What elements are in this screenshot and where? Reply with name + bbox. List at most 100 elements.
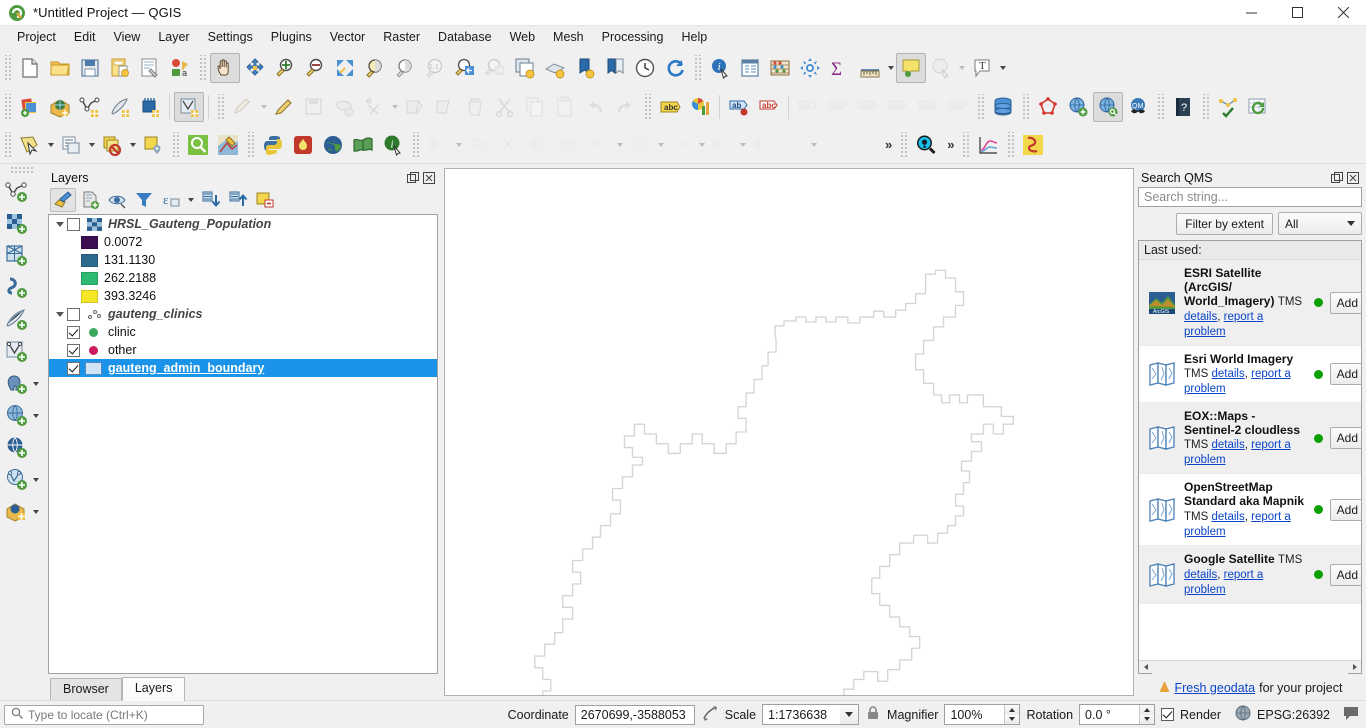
convex-caret[interactable] bbox=[696, 130, 707, 160]
render-checkbox[interactable] bbox=[1161, 708, 1175, 721]
new-print-layout2-icon[interactable] bbox=[570, 53, 600, 83]
zoom-last-icon[interactable] bbox=[450, 53, 480, 83]
wfs-caret[interactable] bbox=[30, 465, 41, 495]
layer-diagram-options-icon[interactable] bbox=[685, 92, 715, 122]
open-data-source-manager-icon[interactable] bbox=[15, 92, 45, 122]
change-label-icon[interactable]: abc bbox=[883, 92, 913, 122]
postgis-caret[interactable] bbox=[30, 369, 41, 399]
scrollbar-track[interactable] bbox=[1152, 660, 1348, 674]
select-by-expression-icon[interactable] bbox=[56, 130, 86, 160]
identify-plugin-icon[interactable]: i bbox=[378, 130, 408, 160]
deselect-features-icon[interactable] bbox=[97, 130, 127, 160]
redo-icon[interactable] bbox=[610, 92, 640, 122]
current-edits-caret[interactable] bbox=[258, 92, 269, 122]
filter-legend-by-map-content-icon[interactable] bbox=[131, 188, 157, 212]
qms-details-link[interactable]: details bbox=[1211, 368, 1244, 380]
qms-add-button[interactable]: Add bbox=[1329, 363, 1361, 385]
toolbar-grip[interactable] bbox=[216, 93, 225, 120]
expand-all-icon[interactable] bbox=[198, 188, 224, 212]
category-visibility-checkbox[interactable] bbox=[67, 325, 80, 339]
scale-field[interactable]: 1:1736638 bbox=[762, 704, 841, 725]
modify-attributes-icon[interactable] bbox=[400, 92, 430, 122]
add-postgis-layer-icon[interactable] bbox=[4, 370, 30, 398]
vtoolbar-grip[interactable] bbox=[10, 166, 34, 174]
messages-icon[interactable] bbox=[1342, 705, 1360, 724]
copy-features-icon[interactable] bbox=[520, 92, 550, 122]
check-geometry-icon[interactable] bbox=[1213, 92, 1243, 122]
statistical-summary-icon[interactable]: Σ bbox=[825, 53, 855, 83]
qms-results-list[interactable]: Last used: ArcGIS ESRI Satellite (ArcGIS… bbox=[1138, 240, 1362, 674]
zoom-to-layer-icon[interactable] bbox=[390, 53, 420, 83]
qms-details-link[interactable]: details bbox=[1211, 511, 1244, 523]
node-caret[interactable] bbox=[808, 130, 819, 160]
zoom-native-resolution-icon[interactable]: 1:1 bbox=[420, 53, 450, 83]
filter-expression-caret[interactable] bbox=[185, 188, 197, 212]
annotation-dropdown-caret[interactable] bbox=[997, 53, 1008, 83]
save-project-icon[interactable] bbox=[75, 53, 105, 83]
union-caret[interactable] bbox=[737, 130, 748, 160]
close-button[interactable] bbox=[1320, 0, 1366, 26]
scale-dropdown-arrow[interactable] bbox=[840, 704, 860, 725]
qms-details-link[interactable]: details bbox=[1184, 569, 1217, 581]
menu-database[interactable]: Database bbox=[429, 28, 501, 46]
processing-toolbox-icon[interactable] bbox=[795, 53, 825, 83]
zoom-next-icon[interactable] bbox=[480, 53, 510, 83]
deselect-caret[interactable] bbox=[127, 130, 138, 160]
bookmarks-dropdown-caret[interactable] bbox=[956, 53, 967, 83]
add-polygon-feature-icon[interactable] bbox=[329, 92, 359, 122]
scroll-right-icon[interactable] bbox=[1348, 661, 1361, 674]
qms-result-item[interactable]: OpenStreetMap Standard aka Mapnik TMS de… bbox=[1139, 474, 1361, 546]
legend-row-symbol[interactable]: 131.1130 bbox=[49, 251, 437, 269]
menu-help[interactable]: Help bbox=[672, 28, 716, 46]
select-expr-caret[interactable] bbox=[86, 130, 97, 160]
new-memory-layer-icon[interactable] bbox=[135, 92, 165, 122]
qms-search-icon[interactable] bbox=[911, 130, 941, 160]
openlayers-globe-icon[interactable] bbox=[318, 130, 348, 160]
add-spatialite-layer-icon[interactable] bbox=[4, 306, 30, 334]
delete-selected-icon[interactable] bbox=[460, 92, 490, 122]
zoom-in-icon[interactable] bbox=[270, 53, 300, 83]
data-plotly-icon[interactable] bbox=[973, 130, 1003, 160]
toolbar-overflow-chevron[interactable]: » bbox=[879, 137, 896, 152]
minimize-button[interactable] bbox=[1228, 0, 1274, 26]
open-layer-styling-panel-icon[interactable] bbox=[50, 188, 76, 212]
database-manager-icon[interactable] bbox=[988, 92, 1018, 122]
spin-down-icon[interactable] bbox=[1005, 714, 1020, 724]
rotation-spin-buttons[interactable] bbox=[1139, 705, 1155, 724]
vector-simplify-icon[interactable] bbox=[819, 130, 849, 160]
toolbar-grip[interactable] bbox=[1021, 93, 1030, 120]
python-console-icon[interactable] bbox=[258, 130, 288, 160]
osm-search-icon[interactable] bbox=[183, 130, 213, 160]
crs-globe-icon[interactable] bbox=[1235, 705, 1251, 724]
map-canvas[interactable] bbox=[444, 168, 1134, 696]
new-print-layout-icon[interactable] bbox=[135, 53, 165, 83]
quick-osm-icon[interactable] bbox=[213, 130, 243, 160]
add-xyz-layer-icon[interactable] bbox=[4, 434, 30, 462]
field-calculator-icon[interactable] bbox=[765, 53, 795, 83]
rotate-label-icon[interactable]: abc bbox=[853, 92, 883, 122]
multi-edit-icon[interactable] bbox=[430, 92, 460, 122]
toolbar-grip[interactable] bbox=[198, 54, 207, 81]
qms-add-button[interactable]: Add bbox=[1329, 563, 1361, 586]
legend-row-symbol[interactable]: 393.3246 bbox=[49, 287, 437, 305]
vector-node-tool-icon[interactable] bbox=[778, 130, 808, 160]
rotation-spinbox[interactable]: 0.0 ° bbox=[1079, 704, 1156, 725]
toolbar-overflow-chevron-2[interactable]: » bbox=[941, 137, 958, 152]
new-virtual-layer-icon[interactable] bbox=[174, 91, 204, 122]
tab-layers[interactable]: Layers bbox=[121, 677, 186, 701]
dissolve-caret[interactable] bbox=[614, 130, 625, 160]
menu-edit[interactable]: Edit bbox=[65, 28, 105, 46]
paste-features-icon[interactable] bbox=[550, 92, 580, 122]
toolbar-grip[interactable] bbox=[976, 93, 985, 120]
toolbar-grip[interactable] bbox=[3, 54, 12, 81]
menu-vector[interactable]: Vector bbox=[321, 28, 374, 46]
add-raster-layer-icon[interactable] bbox=[4, 210, 30, 238]
buffer-caret[interactable] bbox=[655, 130, 666, 160]
qms-add-button[interactable]: Add bbox=[1329, 291, 1361, 314]
geoprocessing-search-icon[interactable]: QM bbox=[1123, 92, 1153, 122]
layers-panel-float-button[interactable] bbox=[406, 171, 419, 184]
save-project-as-icon[interactable] bbox=[105, 53, 135, 83]
qms-panel-float-button[interactable] bbox=[1330, 171, 1343, 184]
pin-labels-icon[interactable]: abc bbox=[754, 92, 784, 122]
qms-result-item[interactable]: EOX::Maps - Sentinel-2 cloudless TMS det… bbox=[1139, 403, 1361, 474]
